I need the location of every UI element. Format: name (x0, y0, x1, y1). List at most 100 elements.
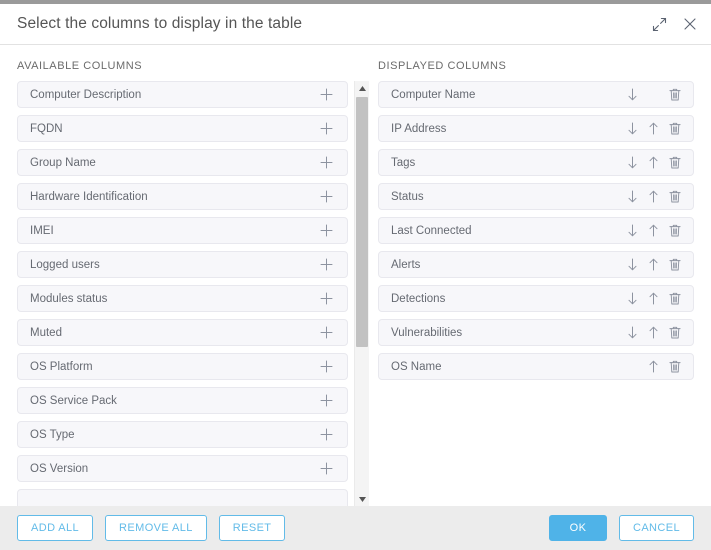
displayed-column-actions (622, 322, 685, 343)
trash-icon[interactable] (664, 254, 685, 275)
displayed-column-label: Vulnerabilities (391, 326, 463, 339)
displayed-column-label: Computer Name (391, 88, 476, 101)
displayed-column-actions (622, 84, 685, 105)
reset-button[interactable]: RESET (218, 515, 286, 541)
arrow-down-icon (622, 356, 643, 377)
plus-icon[interactable] (313, 390, 339, 412)
displayed-column-actions (622, 152, 685, 173)
arrow-up-icon (643, 84, 664, 105)
arrow-down-icon[interactable] (622, 118, 643, 139)
arrow-down-icon[interactable] (622, 84, 643, 105)
displayed-column-row[interactable]: Last Connected (378, 217, 694, 244)
displayed-column-row[interactable]: Status (378, 183, 694, 210)
dialog-title: Select the columns to display in the tab… (17, 15, 303, 32)
arrow-down-icon[interactable] (622, 322, 643, 343)
cancel-button[interactable]: CANCEL (618, 515, 694, 541)
column-chooser-dialog: Select the columns to display in the tab… (0, 0, 711, 550)
add-all-button[interactable]: ADD ALL (17, 515, 94, 541)
trash-icon[interactable] (664, 84, 685, 105)
arrow-up-icon[interactable] (643, 356, 664, 377)
available-column-row[interactable]: FQDN (17, 115, 348, 142)
displayed-column-row[interactable]: OS Name (378, 353, 694, 380)
plus-icon[interactable] (313, 118, 339, 140)
displayed-column-label: Tags (391, 156, 416, 169)
trash-icon[interactable] (664, 220, 685, 241)
available-column-label: OS Platform (30, 360, 93, 373)
arrow-up-icon[interactable] (643, 254, 664, 275)
available-column-label: OS Version (30, 462, 89, 475)
available-column-row[interactable]: Modules status (17, 285, 348, 312)
displayed-column-row[interactable]: Detections (378, 285, 694, 312)
arrow-down-icon[interactable] (622, 220, 643, 241)
available-column-label: Group Name (30, 156, 96, 169)
displayed-columns-list: Computer Name IP Address Tags Status Last Co… (378, 81, 694, 506)
arrow-up-icon[interactable] (643, 152, 664, 173)
trash-icon[interactable] (664, 288, 685, 309)
available-column-row[interactable]: OS Platform (17, 353, 348, 380)
plus-icon[interactable] (313, 254, 339, 276)
arrow-down-icon[interactable] (622, 288, 643, 309)
available-column-label: Computer Description (30, 88, 142, 101)
arrow-up-icon[interactable] (643, 288, 664, 309)
displayed-column-actions (622, 254, 685, 275)
displayed-column-row[interactable]: Alerts (378, 251, 694, 278)
displayed-column-label: Status (391, 190, 424, 203)
available-column-row[interactable] (17, 489, 348, 506)
available-columns-heading: AVAILABLE COLUMNS (17, 60, 143, 72)
available-column-label: Logged users (30, 258, 100, 271)
arrow-up-icon[interactable] (643, 186, 664, 207)
displayed-column-row[interactable]: Tags (378, 149, 694, 176)
available-list-wrap: Computer Description FQDN Group Name Hardwa… (17, 81, 369, 506)
expand-diagonal-icon[interactable] (651, 16, 668, 33)
available-column-row[interactable]: Logged users (17, 251, 348, 278)
dialog-header: Select the columns to display in the tab… (0, 4, 711, 45)
scroll-up-icon[interactable] (355, 81, 369, 95)
arrow-up-icon[interactable] (643, 322, 664, 343)
available-column-row[interactable]: IMEI (17, 217, 348, 244)
plus-icon[interactable] (313, 424, 339, 446)
arrow-up-icon[interactable] (643, 118, 664, 139)
ok-button[interactable]: OK (548, 515, 607, 541)
plus-icon[interactable] (313, 288, 339, 310)
plus-icon[interactable] (313, 84, 339, 106)
available-column-label: Hardware Identification (30, 190, 148, 203)
plus-icon[interactable] (313, 220, 339, 242)
plus-icon[interactable] (313, 356, 339, 378)
trash-icon[interactable] (664, 186, 685, 207)
scrollbar-thumb[interactable] (356, 97, 368, 347)
remove-all-button[interactable]: REMOVE ALL (105, 515, 207, 541)
available-column-row[interactable]: Group Name (17, 149, 348, 176)
displayed-column-actions (622, 220, 685, 241)
arrow-down-icon[interactable] (622, 186, 643, 207)
available-column-row[interactable]: Computer Description (17, 81, 348, 108)
plus-icon[interactable] (313, 152, 339, 174)
plus-icon[interactable] (313, 322, 339, 344)
available-column-row[interactable]: Hardware Identification (17, 183, 348, 210)
footer-right-actions: OK CANCEL (548, 515, 694, 541)
trash-icon[interactable] (664, 322, 685, 343)
displayed-column-row[interactable]: Computer Name (378, 81, 694, 108)
plus-icon[interactable] (313, 458, 339, 480)
available-column-row[interactable]: OS Type (17, 421, 348, 448)
available-column-row[interactable]: Muted (17, 319, 348, 346)
displayed-column-row[interactable]: IP Address (378, 115, 694, 142)
displayed-column-actions (622, 186, 685, 207)
trash-icon[interactable] (664, 152, 685, 173)
trash-icon[interactable] (664, 118, 685, 139)
available-column-row[interactable]: OS Service Pack (17, 387, 348, 414)
dialog-body: AVAILABLE COLUMNS Computer Description FQ… (0, 45, 711, 506)
available-column-label: OS Service Pack (30, 394, 117, 407)
arrow-down-icon[interactable] (622, 254, 643, 275)
available-column-row[interactable]: OS Version (17, 455, 348, 482)
trash-icon[interactable] (664, 356, 685, 377)
displayed-column-label: Last Connected (391, 224, 472, 237)
scroll-down-icon[interactable] (355, 492, 369, 506)
arrow-up-icon[interactable] (643, 220, 664, 241)
available-list-scrollbar[interactable] (354, 81, 369, 506)
arrow-down-icon[interactable] (622, 152, 643, 173)
displayed-column-label: OS Name (391, 360, 442, 373)
displayed-column-row[interactable]: Vulnerabilities (378, 319, 694, 346)
plus-icon[interactable] (313, 186, 339, 208)
close-icon[interactable] (681, 16, 698, 33)
displayed-column-label: IP Address (391, 122, 447, 135)
